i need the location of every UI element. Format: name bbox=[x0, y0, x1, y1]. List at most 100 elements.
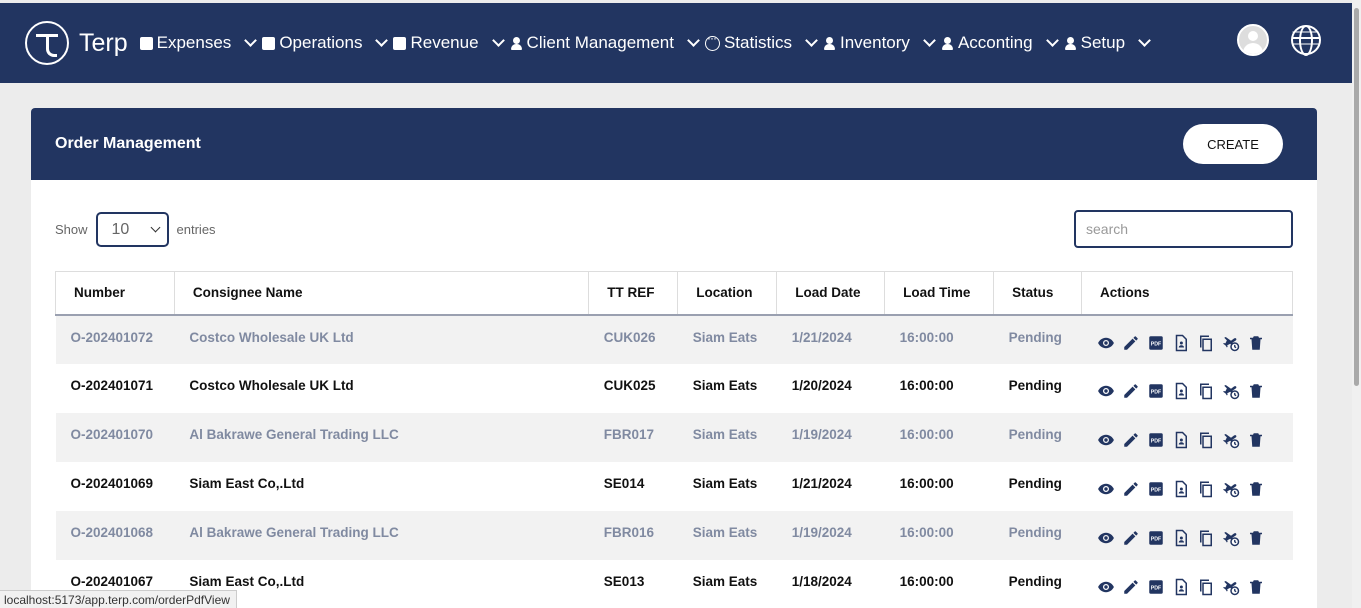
nav-item-label: Inventory bbox=[840, 33, 910, 52]
user-avatar[interactable] bbox=[1237, 24, 1269, 56]
pdf-icon[interactable]: PDF bbox=[1147, 529, 1165, 547]
column-header-number[interactable]: Number bbox=[55, 271, 175, 316]
view-eye-icon[interactable] bbox=[1097, 431, 1115, 449]
pdf-icon[interactable]: PDF bbox=[1147, 480, 1165, 498]
brand[interactable]: Terp bbox=[25, 21, 128, 65]
terp-logo-icon bbox=[25, 21, 69, 65]
page-scrollbar[interactable] bbox=[1352, 0, 1361, 608]
entries-select[interactable]: 10 bbox=[95, 212, 169, 247]
cell-time: 16:00:00 bbox=[884, 412, 994, 462]
nav-item-revenue[interactable]: Revenue bbox=[393, 33, 505, 53]
edit-pencil-icon[interactable] bbox=[1122, 382, 1140, 400]
entries-control: Show 10 entries bbox=[55, 212, 216, 247]
table-row[interactable]: O-202401070 Al Bakrawe General Trading LL… bbox=[55, 412, 1293, 462]
pdf-icon[interactable]: PDF bbox=[1147, 431, 1165, 449]
card-header: Order Management CREATE bbox=[31, 108, 1317, 180]
document-person-icon[interactable] bbox=[1172, 431, 1190, 449]
cell-time: 16:00:00 bbox=[884, 363, 994, 413]
flight-schedule-icon[interactable] bbox=[1222, 578, 1240, 596]
flight-schedule-icon[interactable] bbox=[1222, 480, 1240, 498]
copy-icon[interactable] bbox=[1197, 431, 1215, 449]
delete-trash-icon[interactable] bbox=[1247, 382, 1265, 400]
copy-icon[interactable] bbox=[1197, 529, 1215, 547]
table-row[interactable]: O-202401069 Siam East Co,.Ltd SE014 Siam Ea… bbox=[55, 461, 1293, 511]
edit-pencil-icon[interactable] bbox=[1122, 480, 1140, 498]
edit-pencil-icon[interactable] bbox=[1122, 578, 1140, 596]
view-eye-icon[interactable] bbox=[1097, 480, 1115, 498]
person-icon bbox=[1064, 36, 1077, 50]
table-row[interactable]: O-202401068 Al Bakrawe General Trading LL… bbox=[55, 510, 1293, 560]
scrollbar-thumb[interactable] bbox=[1354, 8, 1359, 386]
cell-number: O-202401068 bbox=[55, 510, 175, 560]
globe-icon[interactable] bbox=[1291, 25, 1321, 56]
nav-item-statistics[interactable]: Statistics bbox=[704, 31, 818, 53]
nav-item-setup[interactable]: Setup bbox=[1064, 33, 1151, 53]
cell-date: 1/19/2024 bbox=[776, 510, 885, 560]
delete-trash-icon[interactable] bbox=[1247, 529, 1265, 547]
create-button[interactable]: CREATE bbox=[1183, 124, 1283, 164]
delete-trash-icon[interactable] bbox=[1247, 431, 1265, 449]
row-actions: PDF bbox=[1097, 330, 1293, 352]
flight-schedule-icon[interactable] bbox=[1222, 382, 1240, 400]
pdf-icon[interactable]: PDF bbox=[1147, 578, 1165, 596]
pdf-icon[interactable]: PDF bbox=[1147, 334, 1165, 352]
document-person-icon[interactable] bbox=[1172, 480, 1190, 498]
document-person-icon[interactable] bbox=[1172, 382, 1190, 400]
nav-item-client-management[interactable]: Client Management bbox=[510, 33, 700, 53]
edit-pencil-icon[interactable] bbox=[1122, 431, 1140, 449]
nav-item-operations[interactable]: Operations bbox=[262, 33, 389, 53]
status-bar-url: localhost:5173/app.terp.com/orderPdfView bbox=[0, 590, 237, 608]
column-header-location[interactable]: Location bbox=[677, 271, 777, 316]
svg-text:PDF: PDF bbox=[1150, 341, 1161, 347]
chevron-down-icon bbox=[923, 34, 936, 47]
cell-ttref: SE014 bbox=[588, 461, 678, 511]
table-row[interactable]: O-202401067 Siam East Co,.Ltd SE013 Siam Ea… bbox=[55, 559, 1293, 608]
delete-trash-icon[interactable] bbox=[1247, 480, 1265, 498]
cell-number: O-202401071 bbox=[55, 363, 175, 413]
chevron-down-icon bbox=[687, 34, 700, 47]
svg-text:PDF: PDF bbox=[1150, 487, 1161, 493]
nav-item-expenses[interactable]: Expenses bbox=[139, 33, 258, 53]
document-person-icon[interactable] bbox=[1172, 334, 1190, 352]
delete-trash-icon[interactable] bbox=[1247, 578, 1265, 596]
cell-consignee: Al Bakrawe General Trading LLC bbox=[174, 510, 589, 560]
view-eye-icon[interactable] bbox=[1097, 334, 1115, 352]
edit-pencil-icon[interactable] bbox=[1122, 529, 1140, 547]
row-actions: PDF bbox=[1097, 427, 1293, 449]
cell-location: Siam Eats bbox=[677, 510, 777, 560]
document-person-icon[interactable] bbox=[1172, 578, 1190, 596]
column-header-load-time[interactable]: Load Time bbox=[884, 271, 994, 316]
copy-icon[interactable] bbox=[1197, 382, 1215, 400]
view-eye-icon[interactable] bbox=[1097, 382, 1115, 400]
table-row[interactable]: O-202401071 Costco Wholesale UK Ltd CUK025… bbox=[55, 363, 1293, 413]
copy-icon[interactable] bbox=[1197, 480, 1215, 498]
column-header-status[interactable]: Status bbox=[993, 271, 1082, 316]
gift-icon bbox=[262, 36, 276, 50]
flight-schedule-icon[interactable] bbox=[1222, 529, 1240, 547]
column-header-actions[interactable]: Actions bbox=[1081, 271, 1293, 316]
copy-icon[interactable] bbox=[1197, 334, 1215, 352]
view-eye-icon[interactable] bbox=[1097, 529, 1115, 547]
cell-consignee: Costco Wholesale UK Ltd bbox=[174, 363, 589, 413]
flight-schedule-icon[interactable] bbox=[1222, 334, 1240, 352]
flight-schedule-icon[interactable] bbox=[1222, 431, 1240, 449]
nav-item-inventory[interactable]: Inventory bbox=[823, 33, 936, 53]
pdf-icon[interactable]: PDF bbox=[1147, 382, 1165, 400]
column-header-load-date[interactable]: Load Date bbox=[776, 271, 885, 316]
view-eye-icon[interactable] bbox=[1097, 578, 1115, 596]
column-header-consignee-name[interactable]: Consignee Name bbox=[173, 271, 589, 316]
cell-actions: PDF bbox=[1081, 314, 1293, 364]
copy-icon[interactable] bbox=[1197, 578, 1215, 596]
search-input[interactable] bbox=[1074, 210, 1293, 248]
nav-item-label: Setup bbox=[1080, 33, 1126, 52]
cell-date: 1/18/2024 bbox=[776, 559, 885, 608]
cell-location: Siam Eats bbox=[677, 314, 777, 364]
edit-pencil-icon[interactable] bbox=[1122, 334, 1140, 352]
chevron-down-icon bbox=[244, 34, 258, 47]
table-row[interactable]: O-202401072 Costco Wholesale UK Ltd CUK026… bbox=[55, 314, 1293, 364]
document-person-icon[interactable] bbox=[1172, 529, 1190, 547]
cell-status: Pending bbox=[993, 363, 1082, 413]
delete-trash-icon[interactable] bbox=[1247, 334, 1265, 352]
column-header-tt-ref[interactable]: TT REF bbox=[588, 271, 678, 316]
nav-item-acconting[interactable]: Acconting bbox=[941, 33, 1059, 53]
